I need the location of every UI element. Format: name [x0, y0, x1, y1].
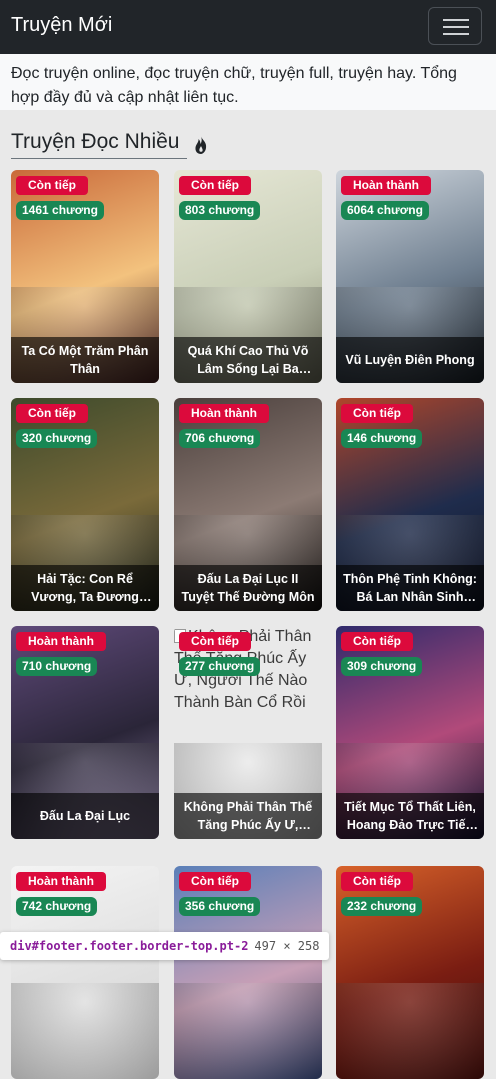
chapter-count-badge: 146 chương — [341, 429, 423, 448]
status-badge: Hoàn thành — [179, 404, 269, 423]
fire-icon — [195, 136, 207, 154]
story-card[interactable]: Còn tiếp 356 chương — [174, 866, 322, 1079]
status-badge: Hoàn thành — [16, 872, 106, 891]
story-card[interactable]: Còn tiếp 803 chương Quá Khí Cao Thủ Võ Lâm… — [174, 170, 322, 383]
status-badge: Còn tiếp — [179, 872, 251, 891]
story-title-overlay[interactable]: Ta Có Một Trăm Phân Thân — [11, 337, 159, 383]
section-title: Truyện Đọc Nhiều — [11, 130, 187, 159]
status-badge: Còn tiếp — [179, 632, 251, 651]
status-badge: Hoàn thành — [341, 176, 431, 195]
chapter-count-badge: 320 chương — [16, 429, 98, 448]
hamburger-icon-bar — [443, 26, 469, 28]
chapter-count-badge: 803 chương — [179, 201, 261, 220]
story-card[interactable]: Còn tiếp 232 chương — [336, 866, 484, 1079]
story-card[interactable]: Hoàn thành 706 chương Đấu La Đại Lục II Tu… — [174, 398, 322, 611]
status-badge: Còn tiếp — [179, 176, 251, 195]
chapter-count-badge: 277 chương — [179, 657, 261, 676]
story-card[interactable]: Không Phải Thân Thế Tăng Phúc Ấy Ư, Ngươ… — [174, 626, 322, 839]
story-card[interactable]: Còn tiếp 320 chương Hải Tặc: Con Rể Vương,… — [11, 398, 159, 611]
story-title[interactable]: Ta Có Một Trăm Phân Thân — [17, 342, 153, 378]
story-card[interactable]: Hoàn thành 6064 chương Vũ Luyện Điên Phong — [336, 170, 484, 383]
story-title-overlay[interactable]: Vũ Luyện Điên Phong — [336, 337, 484, 383]
chapter-count-badge: 710 chương — [16, 657, 98, 676]
story-title[interactable]: Tiết Mục Tổ Thất Liên, Hoang Đảo Trực Ti… — [342, 798, 478, 834]
story-card[interactable]: Còn tiếp 146 chương Thôn Phệ Tinh Không: B… — [336, 398, 484, 611]
status-badge: Còn tiếp — [341, 872, 413, 891]
cover-artwork — [11, 983, 159, 1079]
devtools-selector: div#footer.footer.border-top.pt-2 — [10, 939, 249, 953]
brand-link[interactable]: Truyện Mới — [11, 14, 112, 37]
story-card[interactable]: Hoàn thành 710 chương Đấu La Đại Lục — [11, 626, 159, 839]
devtools-tooltip: div#footer.footer.border-top.pt-2 497 × 2… — [0, 932, 330, 960]
status-badge: Hoàn thành — [16, 632, 106, 651]
status-badge: Còn tiếp — [16, 176, 88, 195]
story-card[interactable]: Còn tiếp 309 chương Tiết Mục Tổ Thất Liên,… — [336, 626, 484, 839]
story-title-overlay[interactable]: Thôn Phệ Tinh Không: Bá Lan Nhân Sinh Mạ… — [336, 565, 484, 611]
story-title[interactable]: Hải Tặc: Con Rể Vương, Ta Đương Nhiên Th… — [17, 570, 153, 606]
story-title-overlay[interactable]: Tiết Mục Tổ Thất Liên, Hoang Đảo Trực Ti… — [336, 793, 484, 839]
story-title-overlay[interactable]: Hải Tặc: Con Rể Vương, Ta Đương Nhiên Th… — [11, 565, 159, 611]
story-title[interactable]: Không Phải Thân Thế Tăng Phúc Ấy Ư, Ngươ… — [180, 798, 316, 834]
chapter-count-badge: 309 chương — [341, 657, 423, 676]
devtools-size: 497 × 258 — [254, 939, 320, 953]
cover-artwork — [174, 983, 322, 1079]
chapter-count-badge: 356 chương — [179, 897, 261, 916]
section-heading: Truyện Đọc Nhiều — [11, 130, 207, 160]
story-title-overlay[interactable]: Đấu La Đại Lục II Tuyệt Thế Đường Môn — [174, 565, 322, 611]
story-card[interactable]: Hoàn thành 742 chương — [11, 866, 159, 1079]
status-badge: Còn tiếp — [341, 404, 413, 423]
story-title-overlay[interactable]: Không Phải Thân Thế Tăng Phúc Ấy Ư, Ngươ… — [174, 793, 322, 839]
story-title[interactable]: Quá Khí Cao Thủ Võ Lâm Sống Lại Ba Mươi … — [180, 342, 316, 378]
story-title[interactable]: Đấu La Đại Lục — [40, 807, 130, 825]
story-card[interactable]: Còn tiếp 1461 chương Ta Có Một Trăm Phân T… — [11, 170, 159, 383]
chapter-count-badge: 232 chương — [341, 897, 423, 916]
site-intro: Đọc truyện online, đọc truyện chữ, truyệ… — [0, 54, 496, 110]
chapter-count-badge: 706 chương — [179, 429, 261, 448]
story-title[interactable]: Vũ Luyện Điên Phong — [345, 351, 474, 369]
cover-artwork — [336, 983, 484, 1079]
chapter-count-badge: 6064 chương — [341, 201, 429, 220]
hamburger-icon — [443, 19, 469, 21]
story-title[interactable]: Đấu La Đại Lục II Tuyệt Thế Đường Môn — [180, 570, 316, 606]
story-title-overlay[interactable]: Đấu La Đại Lục — [11, 793, 159, 839]
status-badge: Còn tiếp — [16, 404, 88, 423]
story-title[interactable]: Thôn Phệ Tinh Không: Bá Lan Nhân Sinh Mạ… — [342, 570, 478, 606]
status-badge: Còn tiếp — [341, 632, 413, 651]
chapter-count-badge: 742 chương — [16, 897, 98, 916]
menu-toggle-button[interactable] — [428, 7, 482, 45]
chapter-count-badge: 1461 chương — [16, 201, 104, 220]
story-title-overlay[interactable]: Quá Khí Cao Thủ Võ Lâm Sống Lại Ba Mươi … — [174, 337, 322, 383]
hamburger-icon-bar — [443, 33, 469, 35]
navbar: Truyện Mới — [0, 0, 496, 54]
